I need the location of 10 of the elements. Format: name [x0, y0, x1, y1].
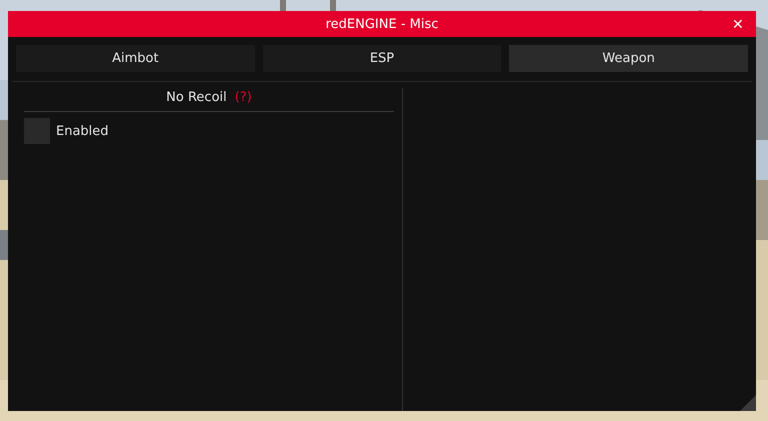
help-link[interactable]: (?)	[234, 90, 252, 105]
window-title: redENGINE - Misc	[326, 16, 438, 32]
tab[interactable]: ESP	[262, 45, 502, 72]
checkbox-label: Enabled	[56, 124, 109, 138]
resize-grip-icon[interactable]	[740, 395, 756, 411]
tab[interactable]: Weapon	[509, 45, 748, 72]
checkbox[interactable]	[24, 118, 50, 144]
close-button[interactable]: ✕	[730, 15, 746, 33]
tab[interactable]: Aimbot	[16, 45, 255, 72]
section-heading: No Recoil	[166, 90, 227, 105]
